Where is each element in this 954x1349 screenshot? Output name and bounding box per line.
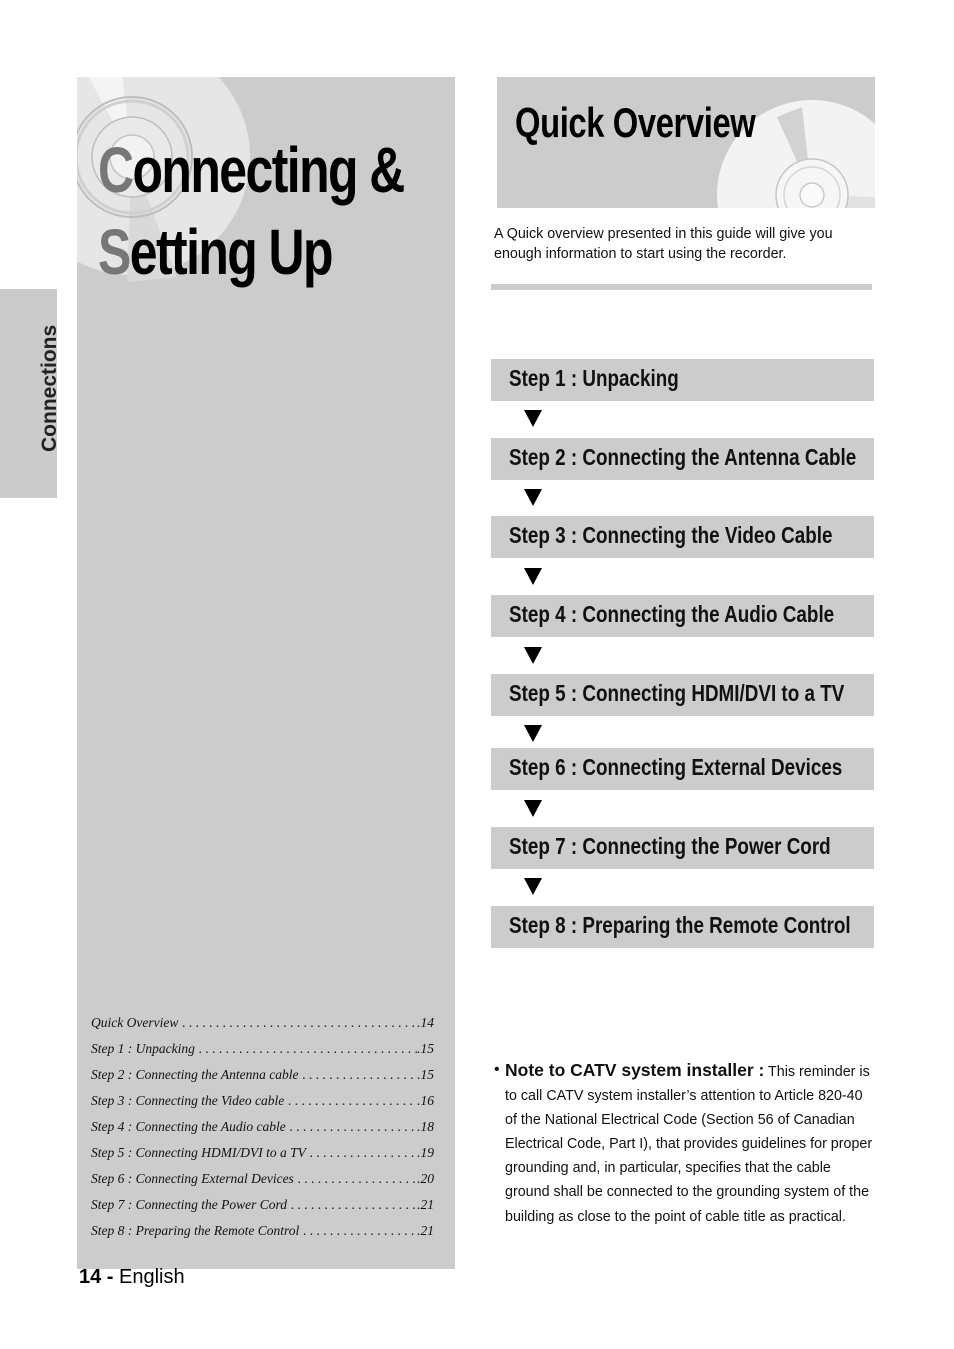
side-tab-label: Connections (38, 324, 61, 452)
toc-item-step-2[interactable]: Step 2 : Connecting the Antenna cable.15 (91, 1067, 434, 1093)
title-initial-s: S (98, 216, 131, 288)
intro-text: A Quick overview presented in this guide… (494, 226, 833, 262)
toc-item-step-7[interactable]: Step 7 : Connecting the Power Cord.21 (91, 1197, 434, 1223)
step-label: Step 6 : Connecting External Devices (509, 754, 843, 780)
toc-item-step-1[interactable]: Step 1 : Unpacking.15 (91, 1041, 434, 1067)
catv-note: • Note to CATV system installer : This r… (494, 1058, 874, 1229)
step-label: Step 2 : Connecting the Antenna Cable (509, 444, 857, 470)
step-label: Step 7 : Connecting the Power Cord (509, 833, 831, 859)
page-footer: 14 - English (79, 1266, 185, 1289)
step-6: Step 6 : Connecting External Devices (491, 748, 874, 790)
quick-overview-header: Quick Overview (497, 77, 875, 208)
chapter-panel: Connecting & Setting Up Quick Overview.1… (77, 77, 455, 1269)
title-line-1: onnecting & (132, 134, 405, 206)
step-3: Step 3 : Connecting the Video Cable (491, 516, 874, 558)
down-arrow-icon (524, 878, 542, 895)
down-arrow-icon (524, 568, 542, 585)
chapter-title: Connecting & Setting Up (98, 129, 405, 293)
step-label: Step 4 : Connecting the Audio Cable (509, 601, 835, 627)
divider (491, 284, 872, 290)
step-2: Step 2 : Connecting the Antenna Cable (491, 438, 874, 480)
step-label: Step 8 : Preparing the Remote Control (509, 912, 851, 938)
page-number: 14 - (79, 1266, 114, 1288)
section-title: Quick Overview (515, 99, 756, 146)
step-label: Step 3 : Connecting the Video Cable (509, 522, 833, 548)
page-language: English (119, 1266, 185, 1288)
table-of-contents: Quick Overview.14 Step 1 : Unpacking.15 … (91, 1015, 434, 1249)
down-arrow-icon (524, 489, 542, 506)
note-heading: Note to CATV system installer : (505, 1060, 765, 1080)
toc-item-step-8[interactable]: Step 8 : Preparing the Remote Control.21 (91, 1223, 434, 1249)
toc-item-step-3[interactable]: Step 3 : Connecting the Video cable.16 (91, 1093, 434, 1119)
down-arrow-icon (524, 725, 542, 742)
step-4: Step 4 : Connecting the Audio Cable (491, 595, 874, 637)
note-text: This reminder is to call CATV system ins… (505, 1064, 873, 1225)
step-7: Step 7 : Connecting the Power Cord (491, 827, 874, 869)
down-arrow-icon (524, 410, 542, 427)
toc-item-step-6[interactable]: Step 6 : Connecting External Devices.20 (91, 1171, 434, 1197)
title-line-2: etting Up (129, 216, 334, 288)
step-8: Step 8 : Preparing the Remote Control (491, 906, 874, 948)
toc-item-step-5[interactable]: Step 5 : Connecting HDMI/DVI to a TV.19 (91, 1145, 434, 1171)
step-label: Step 5 : Connecting HDMI/DVI to a TV (509, 680, 845, 706)
down-arrow-icon (524, 800, 542, 817)
step-1: Step 1 : Unpacking (491, 359, 874, 401)
toc-item-quick-overview[interactable]: Quick Overview.14 (91, 1015, 434, 1041)
down-arrow-icon (524, 647, 542, 664)
step-label: Step 1 : Unpacking (509, 365, 679, 391)
bullet-icon: • (494, 1061, 500, 1078)
title-initial-c: C (98, 134, 134, 206)
toc-item-step-4[interactable]: Step 4 : Connecting the Audio cable.18 (91, 1119, 434, 1145)
step-5: Step 5 : Connecting HDMI/DVI to a TV (491, 674, 874, 716)
